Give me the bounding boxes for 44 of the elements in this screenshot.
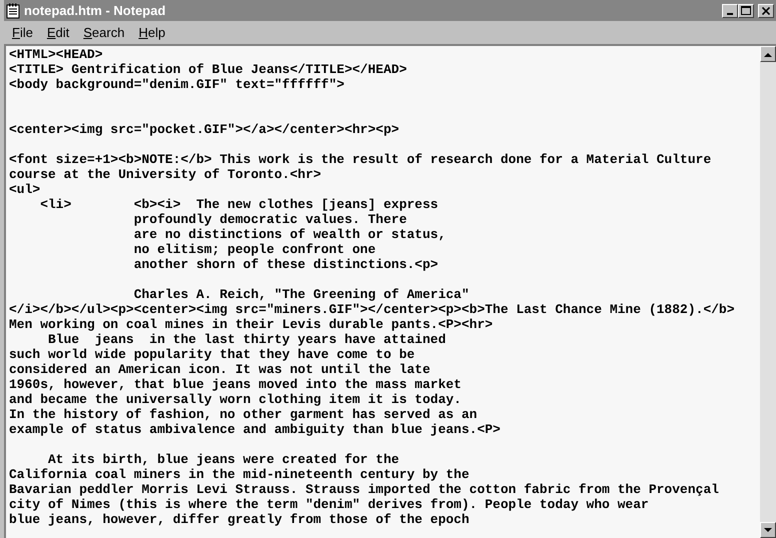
code-line: <HTML><HEAD>	[9, 47, 103, 62]
code-line: Bavarian peddler Morris Levi Strauss. Strauss imported the cotton fabric from the Provençal	[9, 482, 719, 497]
code-line: no elitism; people confront one	[132, 242, 376, 257]
code-line: In the history of fashion, no other garment has served as an	[9, 407, 478, 422]
code-line: and became the universally worn clothing item it is today.	[9, 392, 462, 407]
menu-item[interactable]: Help	[132, 22, 172, 42]
code-line: <center><img src="pocket.GIF"></a></center><hr><p>	[9, 122, 400, 137]
code-line: <TITLE> Gentrification of Blue Jeans</TITLE></HEAD>	[9, 62, 407, 77]
code-line: 1960s, however, that blue jeans moved into the mass market	[9, 377, 462, 392]
code-line: California coal miners in the mid-nineteenth century by the	[9, 467, 470, 482]
code-line: considered an American icon. It was not until the late	[9, 362, 430, 377]
code-line: Men working on coal mines in their Levis durable pants.<P><hr>	[9, 317, 493, 332]
code-line: <ul>	[9, 182, 40, 197]
code-line: </i></b></ul><p><center><img src="miners.GIF"></center><p><b>The Last Chance Mine (1882).</b>	[9, 302, 735, 317]
code-line: Charles A. Reich, "The Greening of America"	[132, 287, 470, 302]
maximize-button[interactable]	[738, 4, 754, 18]
menu-item[interactable]: Search	[77, 22, 131, 42]
up-arrow-icon	[764, 52, 772, 56]
code-line: another shorn of these distinctions.<p>	[132, 257, 438, 272]
code-line: such world wide popularity that they have come to be	[9, 347, 415, 362]
menu-item[interactable]: Edit	[40, 22, 76, 42]
code-line: At its birth, blue jeans were created for the	[47, 452, 400, 467]
code-line: course at the University of Toronto.<hr>	[9, 167, 322, 182]
code-line: city of Nimes (this is where the term "denim" derives from). People today who wear	[9, 497, 649, 512]
code-line: Blue jeans in the last thirty years have attained	[47, 332, 446, 347]
code-line: <li> <b><i> The new clothes [jeans] express	[39, 197, 438, 212]
vertical-scrollbar[interactable]	[760, 46, 776, 538]
code-line: <body background="denim.GIF" text="ffffff">	[9, 77, 344, 92]
scroll-up-button[interactable]	[760, 46, 776, 62]
window-title: notepad.htm - Notepad	[24, 4, 166, 17]
menu-item[interactable]: File	[6, 22, 39, 42]
maximize-icon	[741, 6, 751, 15]
down-arrow-icon	[764, 528, 772, 532]
notepad-icon	[6, 2, 20, 18]
code-line: are no distinctions of wealth or status,	[132, 227, 446, 242]
close-button[interactable]	[758, 4, 774, 18]
close-icon	[762, 6, 770, 14]
minimize-icon	[727, 12, 733, 14]
code-line: blue jeans, however, differ greatly from those of the epoch	[9, 512, 470, 527]
code-line: profoundly democratic values. There	[132, 212, 407, 227]
code-line: example of status ambivalence and ambiguity than blue jeans.<P>	[9, 422, 500, 437]
code-line: <font size=+1><b>NOTE:</b> This work is the result of research done for a Material Culture	[9, 152, 712, 167]
minimize-button[interactable]	[722, 4, 738, 18]
scroll-down-button[interactable]	[760, 522, 776, 538]
